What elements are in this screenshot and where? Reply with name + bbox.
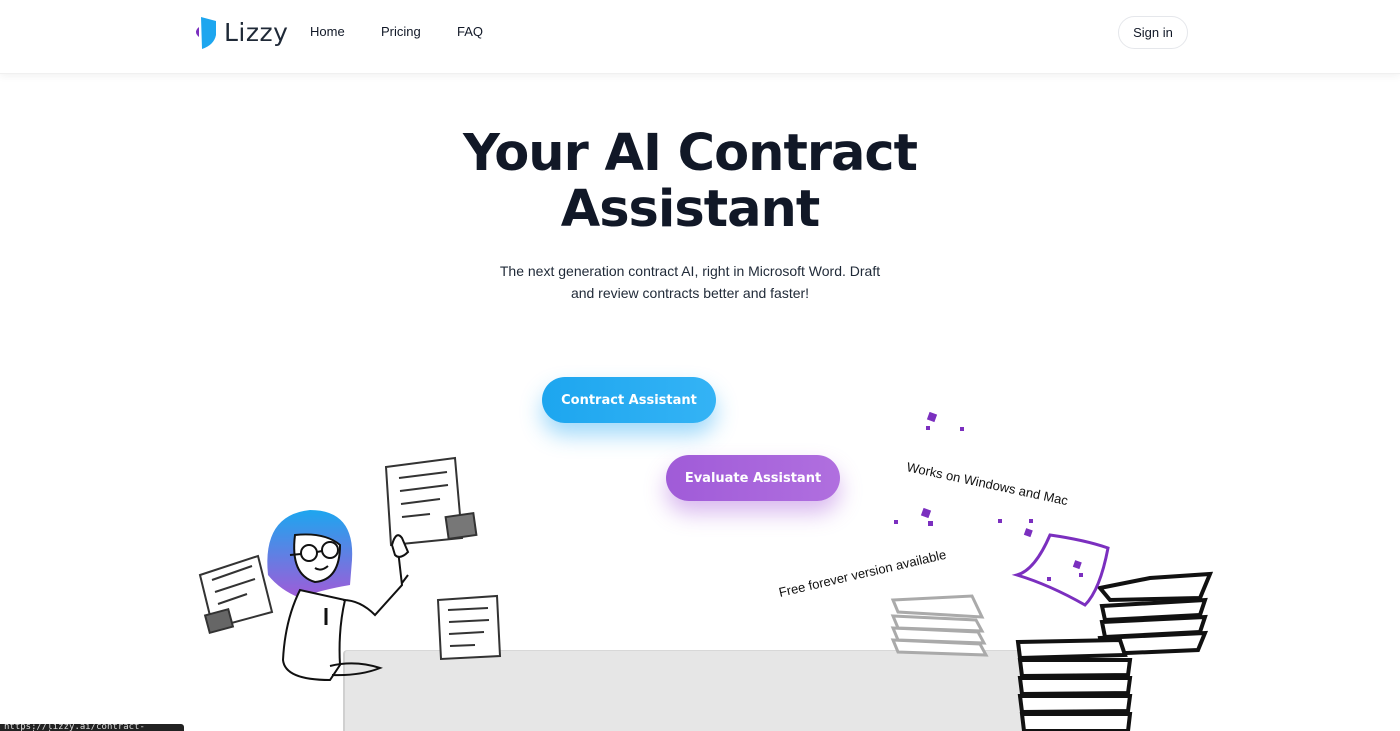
caption-works-on-windows-mac: Works on Windows and Mac: [905, 459, 1070, 508]
hero-subtitle-line-1: The next generation contract AI, right i…: [499, 263, 881, 279]
hero-subtitle-line-2: and review contracts better and faster!: [570, 285, 810, 301]
hero-subtitle: The next generation contract AI, right i…: [490, 260, 890, 304]
caption-free-forever: Free forever version available: [777, 547, 947, 600]
top-navbar: Lizzy Home Pricing FAQ Sign in: [0, 0, 1400, 74]
sign-in-button[interactable]: Sign in: [1118, 16, 1188, 49]
hero-title: Your AI Contract Assistant: [0, 126, 1380, 238]
contract-assistant-button[interactable]: Contract Assistant: [542, 377, 716, 423]
hero-illustration: Works on Windows and Mac Free forever ve…: [198, 411, 1214, 731]
desk-illustration: [343, 650, 1033, 731]
brand-logo[interactable]: Lizzy: [192, 14, 288, 50]
floating-document-left: [198, 554, 274, 635]
link-preview-status-bar: https://lizzy.ai/contract-assistant: [0, 724, 184, 731]
confetti-particles: [894, 411, 1083, 581]
nav-link-pricing[interactable]: Pricing: [381, 24, 421, 39]
paper-stack-black: [1015, 571, 1214, 731]
hero-title-line-2: Assistant: [560, 180, 821, 239]
evaluate-assistant-button[interactable]: Evaluate Assistant: [666, 455, 840, 501]
hero-title-line-1: Your AI Contract: [462, 124, 918, 183]
paper-stack-grey: [890, 594, 989, 657]
brand-name: Lizzy: [224, 17, 289, 47]
flying-paper-purple: [1011, 533, 1110, 607]
nav-link-faq[interactable]: FAQ: [457, 24, 483, 39]
floating-document-top: [384, 456, 478, 547]
lizzy-logo-icon: [196, 17, 216, 49]
nav-link-home[interactable]: Home: [310, 24, 345, 39]
